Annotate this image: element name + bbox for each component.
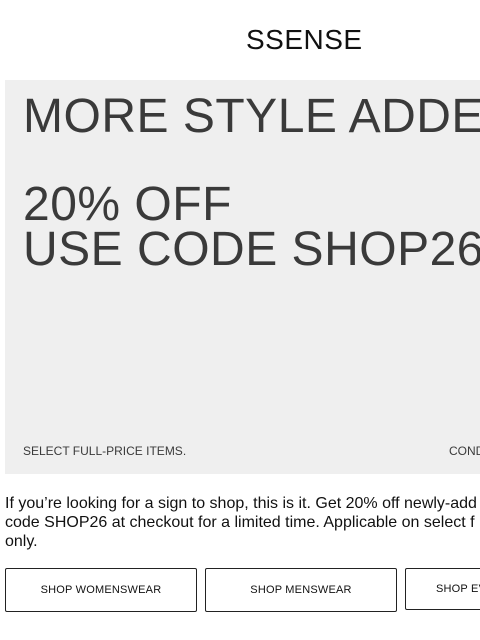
description-line: If you’re looking for a sign to shop, th… bbox=[5, 495, 477, 512]
promo-description: If you’re looking for a sign to shop, th… bbox=[5, 494, 480, 551]
offer-code: USE CODE SHOP26 bbox=[23, 223, 480, 276]
shop-everything-button[interactable]: SHOP EV bbox=[405, 568, 480, 610]
email-page: SSENSE MORE STYLE ADDED 20% OFF USE CODE… bbox=[0, 0, 480, 640]
cta-row: SHOP WOMENSWEAR SHOP MENSWEAR SHOP EV bbox=[5, 568, 480, 612]
banner-footnote: SELECT FULL-PRICE ITEMS. bbox=[23, 444, 187, 458]
shop-womenswear-button[interactable]: SHOP WOMENSWEAR bbox=[5, 568, 197, 612]
offer-discount: 20% OFF bbox=[23, 178, 232, 231]
conditions-link[interactable]: COND bbox=[449, 444, 480, 458]
promo-banner[interactable]: MORE STYLE ADDED 20% OFF USE CODE SHOP26… bbox=[5, 80, 480, 474]
brand-logo[interactable]: SSENSE bbox=[246, 24, 363, 56]
banner-headline: MORE STYLE ADDED bbox=[23, 90, 480, 143]
shop-menswear-button[interactable]: SHOP MENSWEAR bbox=[205, 568, 397, 612]
description-line: only. bbox=[5, 533, 38, 550]
email-header: SSENSE bbox=[0, 0, 480, 80]
banner-offer: 20% OFF USE CODE SHOP26 bbox=[23, 178, 480, 276]
description-line: code SHOP26 at checkout for a limited ti… bbox=[5, 514, 475, 531]
